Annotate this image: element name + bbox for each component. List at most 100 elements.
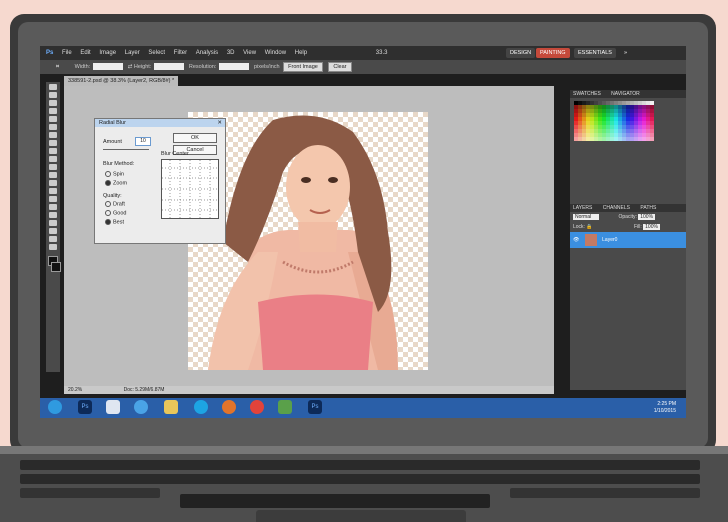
ie-taskbar-icon[interactable] bbox=[134, 400, 148, 414]
app-taskbar-icon[interactable] bbox=[278, 400, 292, 414]
quality-best-option[interactable]: Best bbox=[105, 219, 124, 225]
quick-select-tool-icon[interactable] bbox=[49, 108, 57, 114]
radio-zoom[interactable] bbox=[105, 180, 111, 186]
menu-edit[interactable]: Edit bbox=[80, 46, 90, 60]
status-zoom[interactable]: 20.2% bbox=[68, 387, 82, 393]
tab-swatches[interactable]: SWATCHES bbox=[570, 91, 601, 97]
brush-tool-icon[interactable] bbox=[49, 140, 57, 146]
gradient-tool-icon[interactable] bbox=[49, 172, 57, 178]
move-tool-icon[interactable] bbox=[49, 84, 57, 90]
eye-icon[interactable]: 👁 bbox=[573, 237, 579, 243]
path-select-tool-icon[interactable] bbox=[49, 212, 57, 218]
eyedropper-tool-icon[interactable] bbox=[49, 124, 57, 130]
folder-taskbar-icon[interactable] bbox=[164, 400, 178, 414]
crop-icon[interactable]: ⌗ bbox=[56, 64, 59, 70]
radio-best[interactable] bbox=[105, 219, 111, 225]
menu-select[interactable]: Select bbox=[148, 46, 165, 60]
menu-view[interactable]: View bbox=[243, 46, 256, 60]
tab-layers[interactable]: LAYERS bbox=[570, 205, 592, 211]
menu-help[interactable]: Help bbox=[295, 46, 307, 60]
start-button-icon[interactable] bbox=[48, 400, 62, 414]
ps-logo: Ps bbox=[46, 50, 54, 56]
menu-3d[interactable]: 3D bbox=[227, 46, 235, 60]
zoom-tool-icon[interactable] bbox=[49, 244, 57, 250]
workspace-more[interactable]: » bbox=[620, 48, 631, 58]
menu-image[interactable]: Image bbox=[99, 46, 116, 60]
photoshop-active-taskbar-icon[interactable]: Ps bbox=[308, 400, 322, 414]
radio-spin[interactable] bbox=[105, 171, 111, 177]
history-brush-tool-icon[interactable] bbox=[49, 156, 57, 162]
swatches-grid[interactable] bbox=[574, 101, 682, 141]
marquee-tool-icon[interactable] bbox=[49, 92, 57, 98]
layer-thumbnail bbox=[584, 233, 597, 246]
fill-value[interactable]: 100% bbox=[643, 224, 660, 230]
tab-navigator[interactable]: NAVIGATOR bbox=[608, 91, 640, 97]
stamp-tool-icon[interactable] bbox=[49, 148, 57, 154]
method-spin-option[interactable]: Spin bbox=[105, 171, 124, 177]
radio-good[interactable] bbox=[105, 210, 111, 216]
menu-file[interactable]: File bbox=[62, 46, 72, 60]
height-input[interactable] bbox=[154, 63, 185, 71]
radial-blur-dialog: Radial Blur ✕ Amount 10 OK Cancel Blur M… bbox=[94, 118, 226, 244]
clock-time[interactable]: 2:25 PM bbox=[654, 401, 676, 408]
workspace-painting[interactable]: PAINTING bbox=[536, 48, 570, 58]
clock-date[interactable]: 1/10/2015 bbox=[654, 408, 676, 415]
background-color-swatch[interactable] bbox=[51, 262, 61, 272]
type-tool-icon[interactable] bbox=[49, 204, 57, 210]
dodge-tool-icon[interactable] bbox=[49, 188, 57, 194]
shape-tool-icon[interactable] bbox=[49, 220, 57, 226]
zoom-level[interactable]: 33.3 bbox=[376, 46, 388, 60]
skype-taskbar-icon[interactable] bbox=[194, 400, 208, 414]
firefox-taskbar-icon[interactable] bbox=[222, 400, 236, 414]
crop-tool-icon[interactable] bbox=[49, 116, 57, 122]
swap-icon[interactable]: ⇄ bbox=[128, 64, 133, 70]
close-icon[interactable]: ✕ bbox=[217, 119, 222, 127]
key-right bbox=[510, 488, 700, 498]
front-image-button[interactable]: Front Image bbox=[283, 61, 323, 72]
radio-draft[interactable] bbox=[105, 201, 111, 207]
quality-good-option[interactable]: Good bbox=[105, 210, 126, 216]
blur-center-preview[interactable] bbox=[161, 159, 219, 219]
quality-draft-option[interactable]: Draft bbox=[105, 201, 125, 207]
resolution-unit[interactable]: pixels/inch bbox=[254, 64, 280, 70]
menu-filter[interactable]: Filter bbox=[174, 46, 187, 60]
width-input[interactable] bbox=[93, 63, 124, 71]
laptop-hinge bbox=[0, 446, 728, 454]
amount-input[interactable]: 10 bbox=[135, 137, 151, 146]
layer-row[interactable]: 👁 Layer0 bbox=[570, 232, 686, 248]
pen-tool-icon[interactable] bbox=[49, 196, 57, 202]
eraser-tool-icon[interactable] bbox=[49, 164, 57, 170]
lasso-tool-icon[interactable] bbox=[49, 100, 57, 106]
layer-name[interactable]: Layer0 bbox=[602, 237, 617, 243]
hand-tool-icon[interactable] bbox=[49, 236, 57, 242]
quality-good-label: Good bbox=[113, 210, 127, 217]
chrome-taskbar-icon[interactable] bbox=[250, 400, 264, 414]
amount-slider[interactable] bbox=[103, 149, 149, 150]
workspace-essentials[interactable]: ESSENTIALS bbox=[574, 48, 616, 58]
photoshop-taskbar-icon[interactable]: Ps bbox=[78, 400, 92, 414]
tab-channels[interactable]: CHANNELS bbox=[600, 205, 630, 211]
workspace-design[interactable]: DESIGN bbox=[506, 48, 536, 58]
status-doc-info[interactable]: Doc: 5.29M/6.87M bbox=[124, 387, 165, 393]
clear-button[interactable]: Clear bbox=[328, 61, 352, 72]
menu-window[interactable]: Window bbox=[265, 46, 286, 60]
blur-tool-icon[interactable] bbox=[49, 180, 57, 186]
3d-rotate-tool-icon[interactable] bbox=[49, 228, 57, 234]
method-zoom-label: Zoom bbox=[113, 180, 128, 187]
document-tab[interactable]: 338591-2.psd @ 38.3% (Layer2, RGB/8#) * bbox=[64, 76, 178, 86]
color-swatch[interactable] bbox=[650, 137, 654, 141]
tab-paths[interactable]: PATHS bbox=[637, 205, 656, 211]
resolution-input[interactable] bbox=[219, 63, 250, 71]
method-zoom-option[interactable]: Zoom bbox=[105, 180, 127, 186]
blend-mode-select[interactable]: Normal bbox=[573, 214, 600, 220]
word-taskbar-icon[interactable] bbox=[106, 400, 120, 414]
fill-label: Fill: bbox=[633, 224, 642, 230]
keyboard-row-2 bbox=[20, 474, 700, 484]
menu-analysis[interactable]: Analysis bbox=[196, 46, 218, 60]
blur-center-label: Blur Center bbox=[161, 151, 189, 157]
ok-button[interactable]: OK bbox=[173, 133, 217, 143]
opacity-value[interactable]: 100% bbox=[638, 214, 656, 220]
menu-layer[interactable]: Layer bbox=[125, 46, 140, 60]
lock-icon[interactable]: 🔒 bbox=[586, 224, 592, 230]
healing-tool-icon[interactable] bbox=[49, 132, 57, 138]
